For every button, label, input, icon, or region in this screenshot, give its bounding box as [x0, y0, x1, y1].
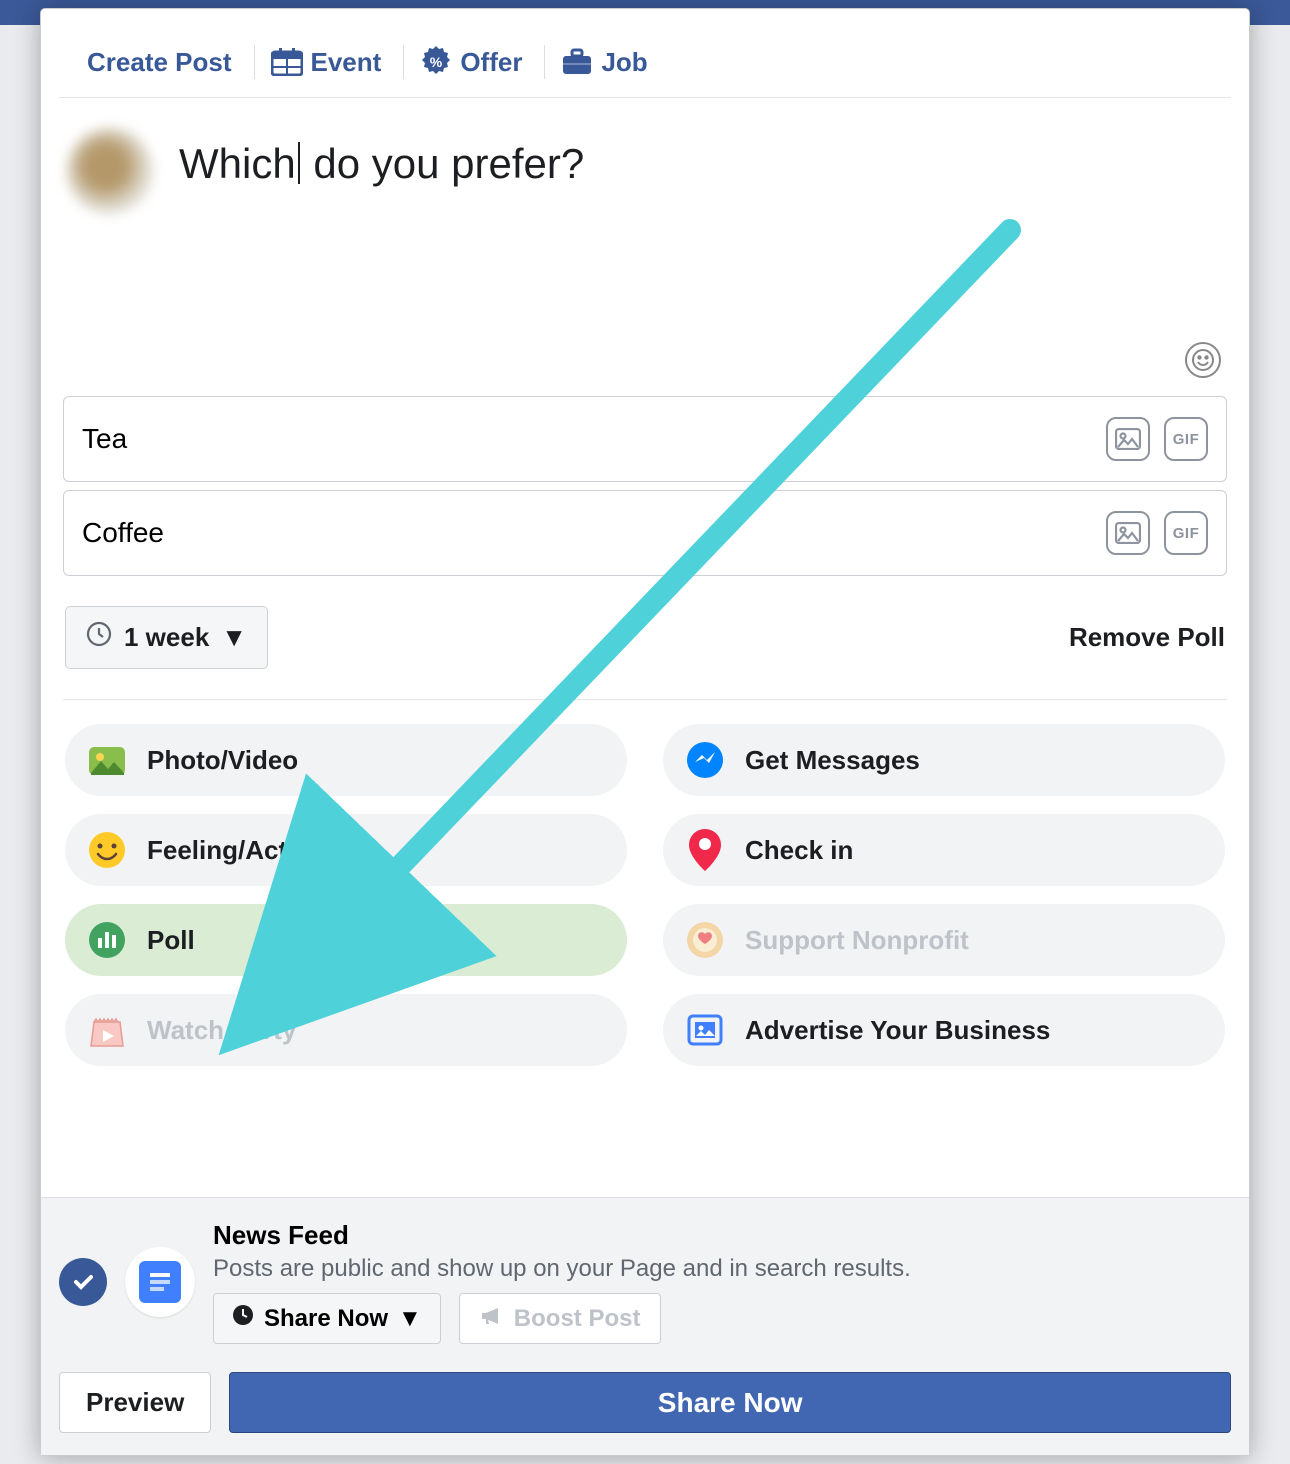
tab-job[interactable]: Job — [561, 46, 663, 78]
attach-feeling-activity[interactable]: Feeling/Activity — [65, 814, 627, 886]
tab-create-post-label: Create Post — [87, 47, 232, 78]
add-gif-icon[interactable]: GIF — [1164, 417, 1208, 461]
megaphone-icon — [480, 1305, 504, 1333]
clock-solid-icon — [232, 1304, 254, 1333]
preview-button[interactable]: Preview — [59, 1372, 211, 1433]
chevron-down-icon: ▼ — [398, 1305, 422, 1333]
messenger-icon — [683, 738, 727, 782]
watch-party-icon — [85, 1008, 129, 1052]
photo-video-icon — [85, 738, 129, 782]
clock-icon — [86, 621, 112, 654]
tab-event[interactable]: Event — [271, 46, 398, 78]
share-timing-dropdown[interactable]: Share Now ▼ — [213, 1293, 441, 1344]
svg-text:%: % — [430, 54, 443, 70]
poll-option-1-input[interactable] — [82, 423, 1092, 455]
attach-support-nonprofit: Support Nonprofit — [663, 904, 1225, 976]
advertise-icon — [683, 1008, 727, 1052]
chevron-down-icon: ▼ — [221, 622, 247, 653]
attach-advertise[interactable]: Advertise Your Business — [663, 994, 1225, 1066]
calendar-icon — [271, 46, 303, 78]
remove-poll-button[interactable]: Remove Poll — [1069, 622, 1225, 653]
add-photo-icon[interactable] — [1106, 511, 1150, 555]
attach-check-in[interactable]: Check in — [663, 814, 1225, 886]
post-text-input[interactable]: Which do you prefer? — [179, 122, 1223, 322]
add-photo-icon[interactable] — [1106, 417, 1150, 461]
composer-tabs: Create Post Event % Offer Job — [59, 25, 1231, 98]
composer-footer: News Feed Posts are public and show up o… — [41, 1197, 1249, 1455]
tab-job-label: Job — [601, 47, 647, 78]
attach-photo-video[interactable]: Photo/Video — [65, 724, 627, 796]
news-feed-icon — [139, 1261, 181, 1303]
audience-title: News Feed — [213, 1220, 1231, 1251]
attach-get-messages[interactable]: Get Messages — [663, 724, 1225, 796]
poll-duration-dropdown[interactable]: 1 week ▼ — [65, 606, 268, 669]
share-now-button[interactable]: Share Now — [229, 1372, 1231, 1433]
nonprofit-icon — [683, 918, 727, 962]
poll-icon — [85, 918, 129, 962]
page-avatar — [67, 128, 153, 214]
tab-offer[interactable]: % Offer — [420, 46, 538, 78]
attach-poll[interactable]: Poll — [65, 904, 627, 976]
poll-duration-label: 1 week — [124, 622, 209, 653]
tab-offer-label: Offer — [460, 47, 522, 78]
text-caret — [298, 142, 300, 184]
create-post-dialog: Create Post Event % Offer Job — [40, 8, 1250, 1456]
add-gif-icon[interactable]: GIF — [1164, 511, 1208, 555]
poll-option-2-input[interactable] — [82, 517, 1092, 549]
news-feed-icon-wrap — [125, 1247, 195, 1317]
tab-event-label: Event — [311, 47, 382, 78]
attach-watch-party: Watch Party — [65, 994, 627, 1066]
offer-badge-icon: % — [420, 46, 452, 78]
attachment-grid: Photo/Video Get Messages Feeling/Activit… — [59, 700, 1231, 1094]
briefcase-icon — [561, 46, 593, 78]
feeling-icon — [85, 828, 129, 872]
location-pin-icon — [683, 828, 727, 872]
poll-option-2: GIF — [63, 490, 1227, 576]
tab-create-post[interactable]: Create Post — [87, 47, 248, 78]
boost-post-button: Boost Post — [459, 1293, 662, 1344]
poll-option-1: GIF — [63, 396, 1227, 482]
audience-selected-check-icon[interactable] — [59, 1258, 107, 1306]
audience-description: Posts are public and show up on your Pag… — [213, 1255, 1231, 1283]
emoji-picker-icon[interactable] — [1185, 342, 1221, 378]
